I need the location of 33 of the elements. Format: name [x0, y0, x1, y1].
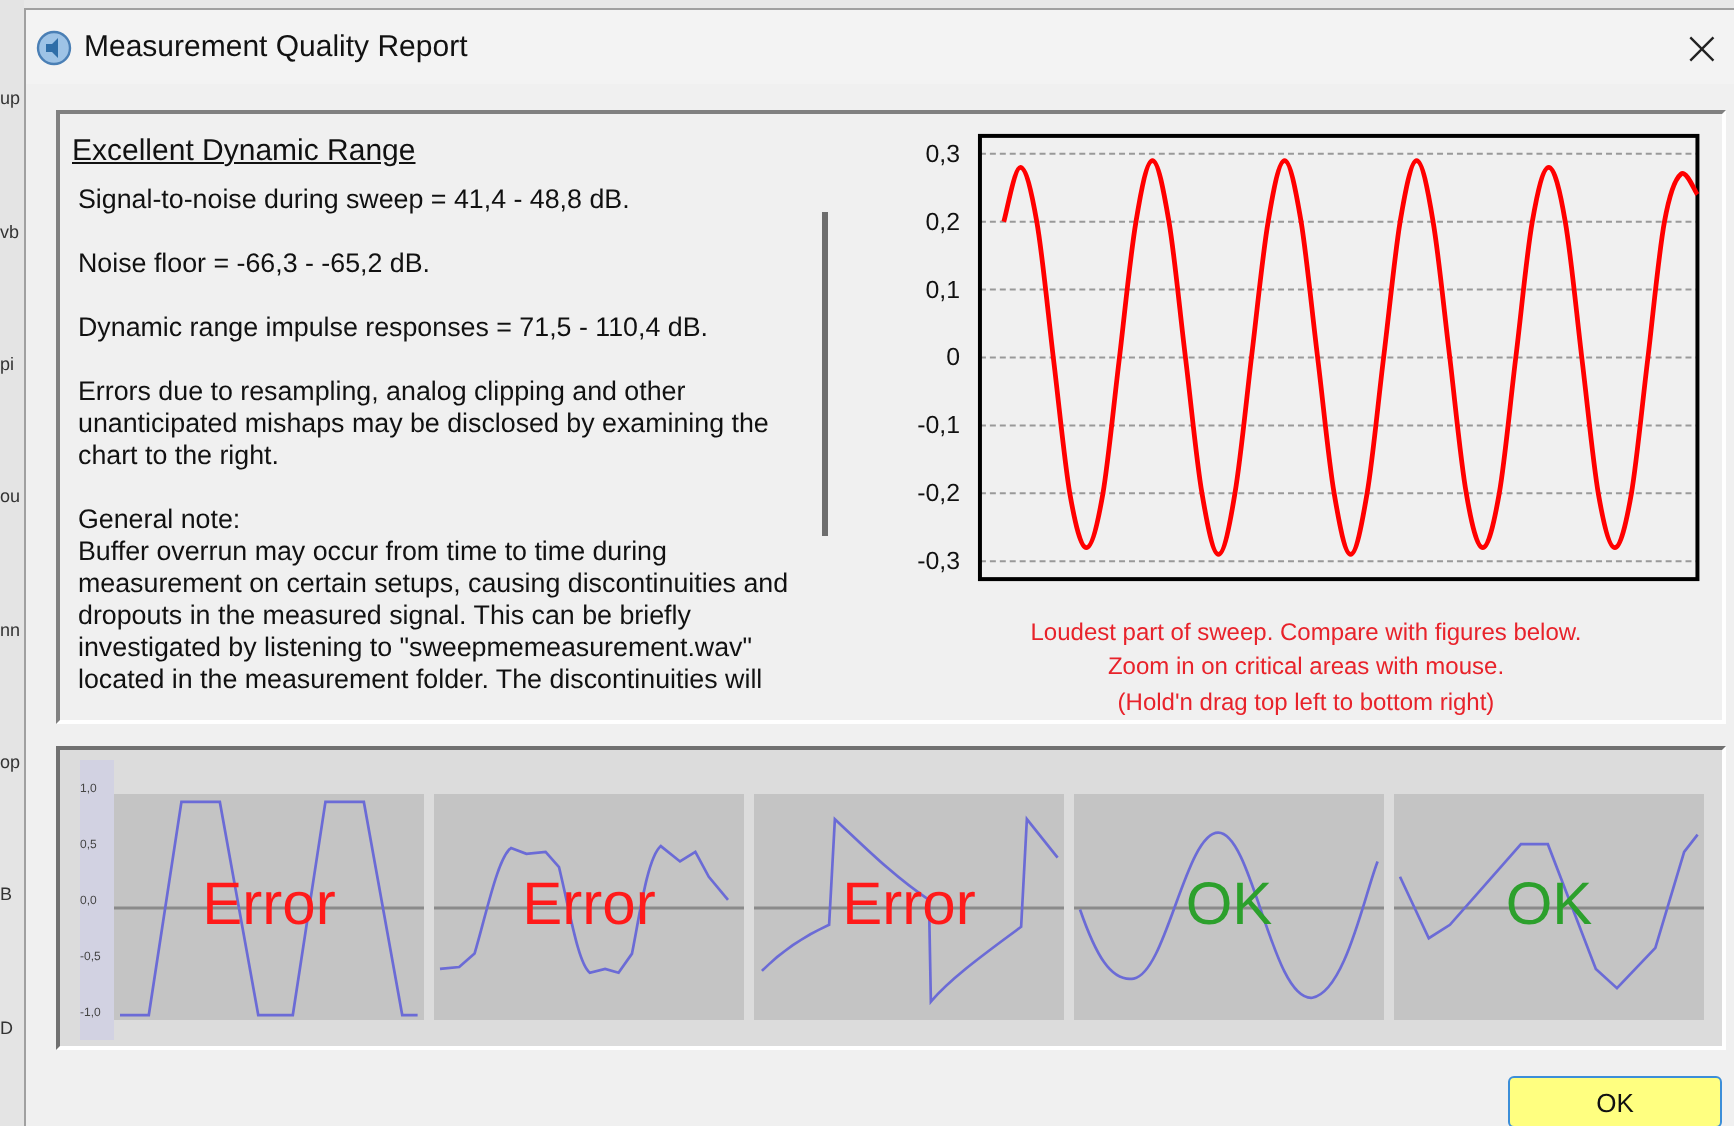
background-text: up — [0, 88, 23, 109]
speaker-icon — [36, 29, 72, 65]
background-text: B — [0, 884, 15, 905]
y-tick-label: 0,3 — [925, 139, 961, 168]
chart-caption: Zoom in on critical areas with mouse. — [1107, 650, 1505, 684]
scrollbar-thumb[interactable] — [822, 212, 828, 536]
report-paragraph: Signal-to-noise during sweep = 41,4 - 48,8 dB. — [78, 184, 632, 216]
background-text: vb — [0, 221, 22, 242]
y-tick-label: -0,1 — [917, 411, 961, 440]
window-title: Measurement Quality Report — [84, 30, 470, 64]
report-paragraph: General note: Buffer overrun may occur from time to time during measurement on certain setups, causing discontinuities and dropouts in the measured signal. This can be briefly investigated by listening to "sweepmemeasurement.wav" located in the measurement folder. The discontinuities will — [78, 504, 791, 696]
background-text: ou — [0, 486, 23, 507]
sweep-chart[interactable]: 0,3 0,2 0,1 0 -0,1 -0,2 -0,3 — [858, 120, 1722, 597]
y-tick-label: 0,2 — [925, 207, 961, 236]
report-paragraph: Noise floor = -66,3 - -65,2 dB. — [78, 248, 433, 280]
example-label: Error — [842, 874, 976, 938]
report-paragraph: Dynamic range impulse responses = 71,5 - 110,4 dB. — [78, 312, 710, 344]
ok-button[interactable]: OK — [1508, 1076, 1722, 1126]
y-tick-label: -0,2 — [917, 479, 961, 508]
background-text: nn — [0, 619, 23, 640]
background-text: pi — [0, 353, 17, 374]
background-text: D — [0, 1017, 15, 1038]
chart-caption: Loudest part of sweep. Compare with figures below. — [1030, 615, 1582, 649]
y-tick-label: -0,3 — [917, 547, 961, 576]
background-text: op — [0, 752, 23, 773]
close-button[interactable]: × — [1669, 23, 1734, 71]
chart-caption: (Hold'n drag top left to bottom right) — [1117, 685, 1495, 719]
report-heading: Excellent Dynamic Range — [72, 134, 418, 168]
example-label: Error — [522, 874, 656, 938]
report-paragraph: Errors due to resampling, analog clipping and other unanticipated mishaps may be disclosed by examining the chart to the right. — [78, 376, 771, 472]
example-label: Error — [202, 874, 336, 938]
y-tick-label: 0 — [946, 343, 961, 372]
y-tick-label: 0,1 — [925, 275, 961, 304]
